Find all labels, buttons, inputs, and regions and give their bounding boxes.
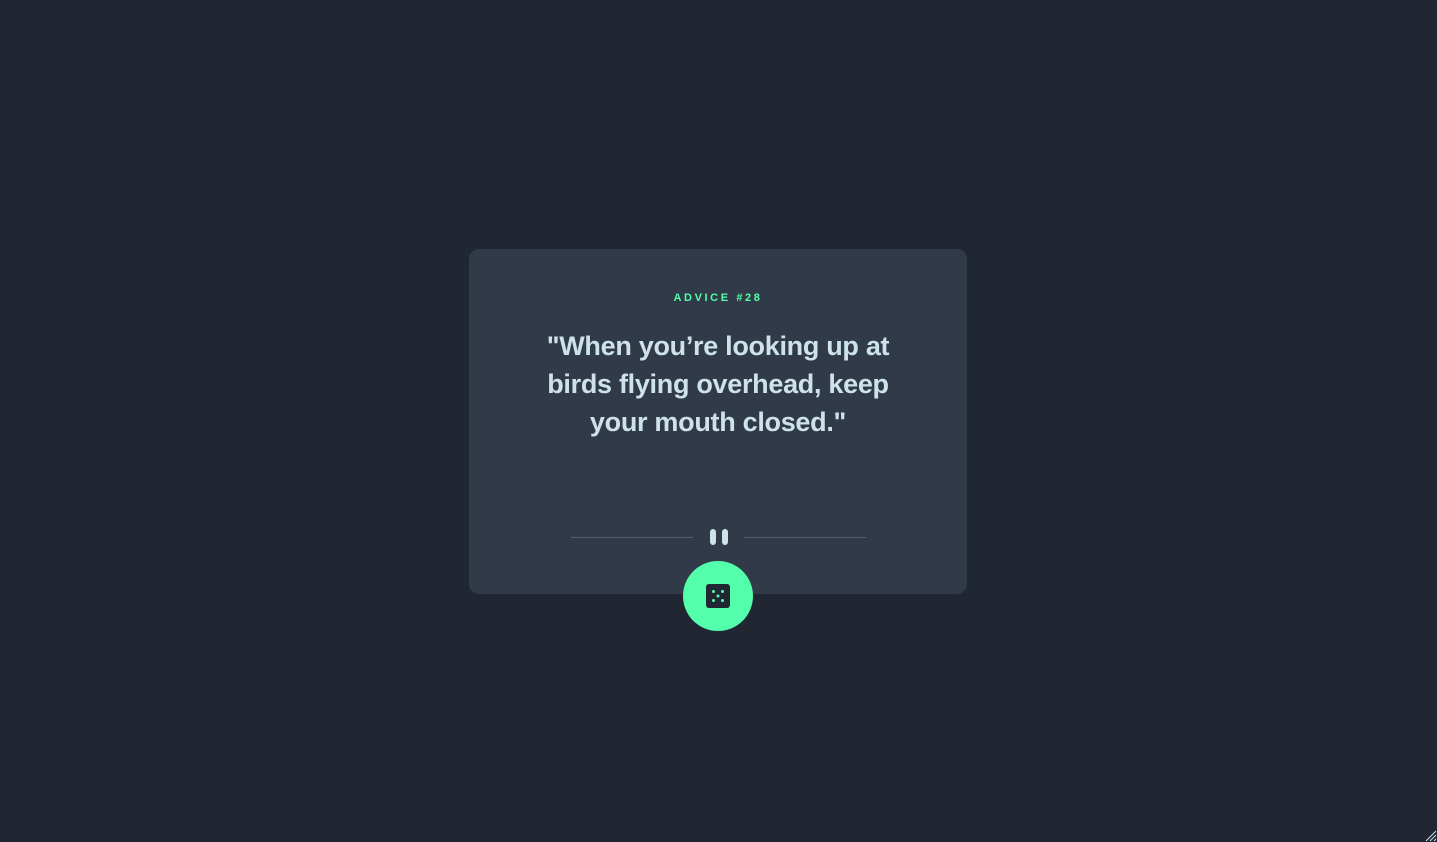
resize-grip-icon[interactable]	[1423, 828, 1437, 842]
advice-card: ADVICE #28 "When you’re looking up at bi…	[469, 249, 967, 594]
divider	[571, 528, 866, 546]
dice-icon	[706, 584, 730, 608]
divider-line-right	[744, 537, 866, 538]
page: ADVICE #28 "When you’re looking up at bi…	[0, 0, 1437, 842]
pause-icon	[709, 528, 729, 546]
generate-advice-button[interactable]	[683, 561, 753, 631]
advice-quote: "When you’re looking up at birds flying …	[546, 331, 890, 437]
divider-line-left	[571, 537, 693, 538]
advice-label: ADVICE #28	[673, 292, 763, 304]
